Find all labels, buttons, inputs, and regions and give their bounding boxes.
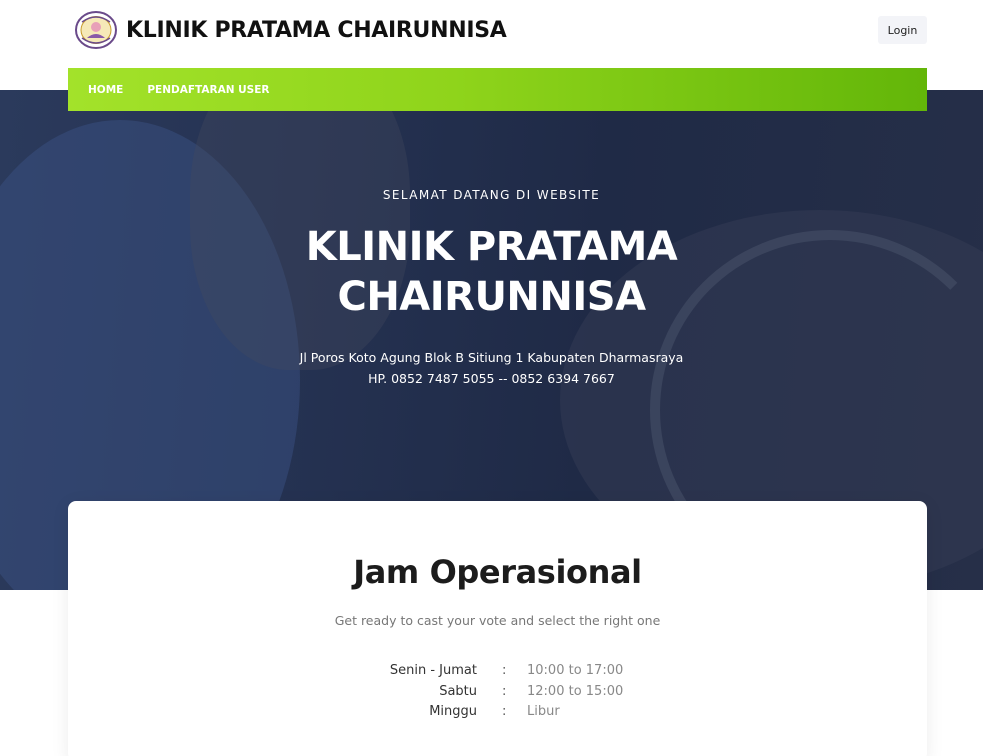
hero-contact: Jl Poros Koto Agung Blok B Sitiung 1 Kab… <box>0 347 983 389</box>
opening-hours-subtitle: Get ready to cast your vote and select t… <box>334 613 661 628</box>
hours-separator: : <box>502 663 507 678</box>
nav-home[interactable]: HOME <box>88 84 123 96</box>
nav-pendaftaran-user[interactable]: PENDAFTARAN USER <box>147 84 269 96</box>
brand-name: KLINIK PRATAMA CHAIRUNNISA <box>126 17 507 43</box>
hero-title-line-2: CHAIRUNNISA <box>337 274 646 320</box>
hours-day: Minggu <box>429 704 477 719</box>
hours-time: Libur <box>527 704 560 719</box>
hero-phone: HP. 0852 7487 5055 -- 0852 6394 7667 <box>368 371 615 386</box>
hero-welcome-text: SELAMAT DATANG DI WEBSITE <box>382 188 601 202</box>
hours-row: Sabtu : 12:00 to 15:00 <box>68 684 927 705</box>
main-navbar: HOME PENDAFTARAN USER <box>68 68 927 111</box>
site-header: KLINIK PRATAMA CHAIRUNNISA Login <box>0 0 983 68</box>
hero-title-line-1: KLINIK PRATAMA <box>305 224 678 270</box>
opening-hours-title: Jam Operasional <box>353 553 642 591</box>
hours-time: 12:00 to 15:00 <box>527 683 624 699</box>
opening-hours-card: Jam Operasional Get ready to cast your v… <box>68 501 927 756</box>
hours-separator: : <box>502 704 507 719</box>
hours-row: Minggu : Libur <box>68 704 927 725</box>
hours-separator: : <box>502 683 507 699</box>
brand[interactable]: KLINIK PRATAMA CHAIRUNNISA <box>74 10 507 50</box>
login-button[interactable]: Login <box>878 16 927 44</box>
opening-hours-table: Senin - Jumat : 10:00 to 17:00 Sabtu : 1… <box>68 663 927 725</box>
hero-title: KLINIK PRATAMA CHAIRUNNISA <box>0 222 983 322</box>
clinic-logo <box>75 11 117 49</box>
hero-address: Jl Poros Koto Agung Blok B Sitiung 1 Kab… <box>299 350 684 365</box>
hours-day: Senin - Jumat <box>389 663 477 678</box>
hours-row: Senin - Jumat : 10:00 to 17:00 <box>68 663 927 684</box>
hours-day: Sabtu <box>439 683 477 699</box>
hours-time: 10:00 to 17:00 <box>527 663 624 678</box>
hero-content: SELAMAT DATANG DI WEBSITE KLINIK PRATAMA… <box>0 90 983 389</box>
